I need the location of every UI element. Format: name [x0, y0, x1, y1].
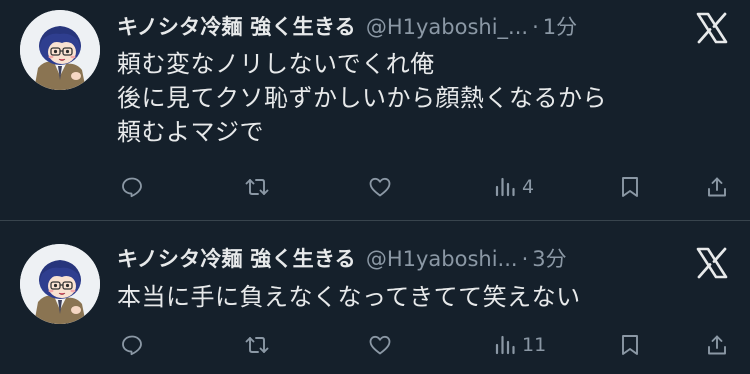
bookmark-button[interactable]	[619, 328, 641, 362]
views-button[interactable]: 11	[494, 328, 546, 362]
tweet-text-line: 後に見てクソ恥ずかしいから顔熱くなるから	[117, 84, 607, 112]
user-handle[interactable]: @H1yaboshi...	[366, 244, 518, 274]
avatar-image	[20, 10, 100, 90]
tweet-text: 頼む変なノリしないでくれ俺 後に見てクソ恥ずかしいから顔熱くなるから 頼むよマジ…	[117, 47, 717, 149]
tweet-item[interactable]: キノシタ冷麺 強く生きる @H1yaboshi... · 3分 本当に手に負えな…	[0, 221, 750, 374]
views-icon	[495, 335, 515, 355]
views-icon	[495, 177, 515, 197]
retweet-icon	[245, 337, 269, 353]
bookmark-icon	[622, 335, 638, 355]
bookmark-button[interactable]	[619, 170, 641, 204]
tweet-text: 本当に手に負えなくなってきてて笑えない	[117, 280, 717, 314]
tweet-text-line: 本当に手に負えなくなってきてて笑えない	[117, 283, 581, 311]
avatar[interactable]	[20, 244, 100, 324]
separator-dot: ·	[521, 247, 529, 271]
reply-button[interactable]	[120, 170, 144, 204]
reply-icon	[122, 335, 142, 356]
reply-icon	[122, 177, 142, 198]
tweet-actions: 11	[0, 328, 750, 362]
tweet-header: キノシタ冷麺 強く生きる @H1yaboshi_... · 1分	[117, 12, 577, 42]
share-button[interactable]	[705, 328, 729, 362]
retweet-icon	[245, 179, 269, 195]
tweet-actions: 4	[0, 170, 750, 204]
tweet-item[interactable]: キノシタ冷麺 強く生きる @H1yaboshi_... · 1分 頼む変なノリし…	[0, 0, 750, 220]
tweet-text-line: 頼むよマジで	[117, 118, 264, 146]
x-logo-icon	[694, 245, 730, 281]
display-name[interactable]: キノシタ冷麺 強く生きる	[117, 244, 356, 274]
timestamp[interactable]: 3分	[532, 244, 566, 274]
heart-icon	[369, 177, 391, 197]
views-button[interactable]: 4	[494, 170, 534, 204]
share-icon	[708, 335, 726, 355]
separator-dot: ·	[532, 15, 539, 39]
share-icon	[708, 177, 726, 197]
avatar-image	[20, 244, 100, 324]
tweet-header: キノシタ冷麺 強く生きる @H1yaboshi... · 3分	[117, 244, 567, 274]
x-logo-icon	[694, 10, 730, 46]
user-handle[interactable]: @H1yaboshi_...	[366, 12, 528, 42]
heart-icon	[369, 335, 391, 355]
views-count: 11	[522, 334, 547, 356]
like-button[interactable]	[368, 328, 392, 362]
retweet-button[interactable]	[244, 328, 270, 362]
bookmark-icon	[622, 177, 638, 197]
timestamp[interactable]: 1分	[543, 12, 577, 42]
share-button[interactable]	[705, 170, 729, 204]
reply-button[interactable]	[120, 328, 144, 362]
avatar[interactable]	[20, 10, 100, 90]
tweet-text-line: 頼む変なノリしないでくれ俺	[117, 50, 435, 78]
display-name[interactable]: キノシタ冷麺 強く生きる	[117, 12, 356, 42]
like-button[interactable]	[368, 170, 392, 204]
views-count: 4	[522, 176, 535, 198]
retweet-button[interactable]	[244, 170, 270, 204]
